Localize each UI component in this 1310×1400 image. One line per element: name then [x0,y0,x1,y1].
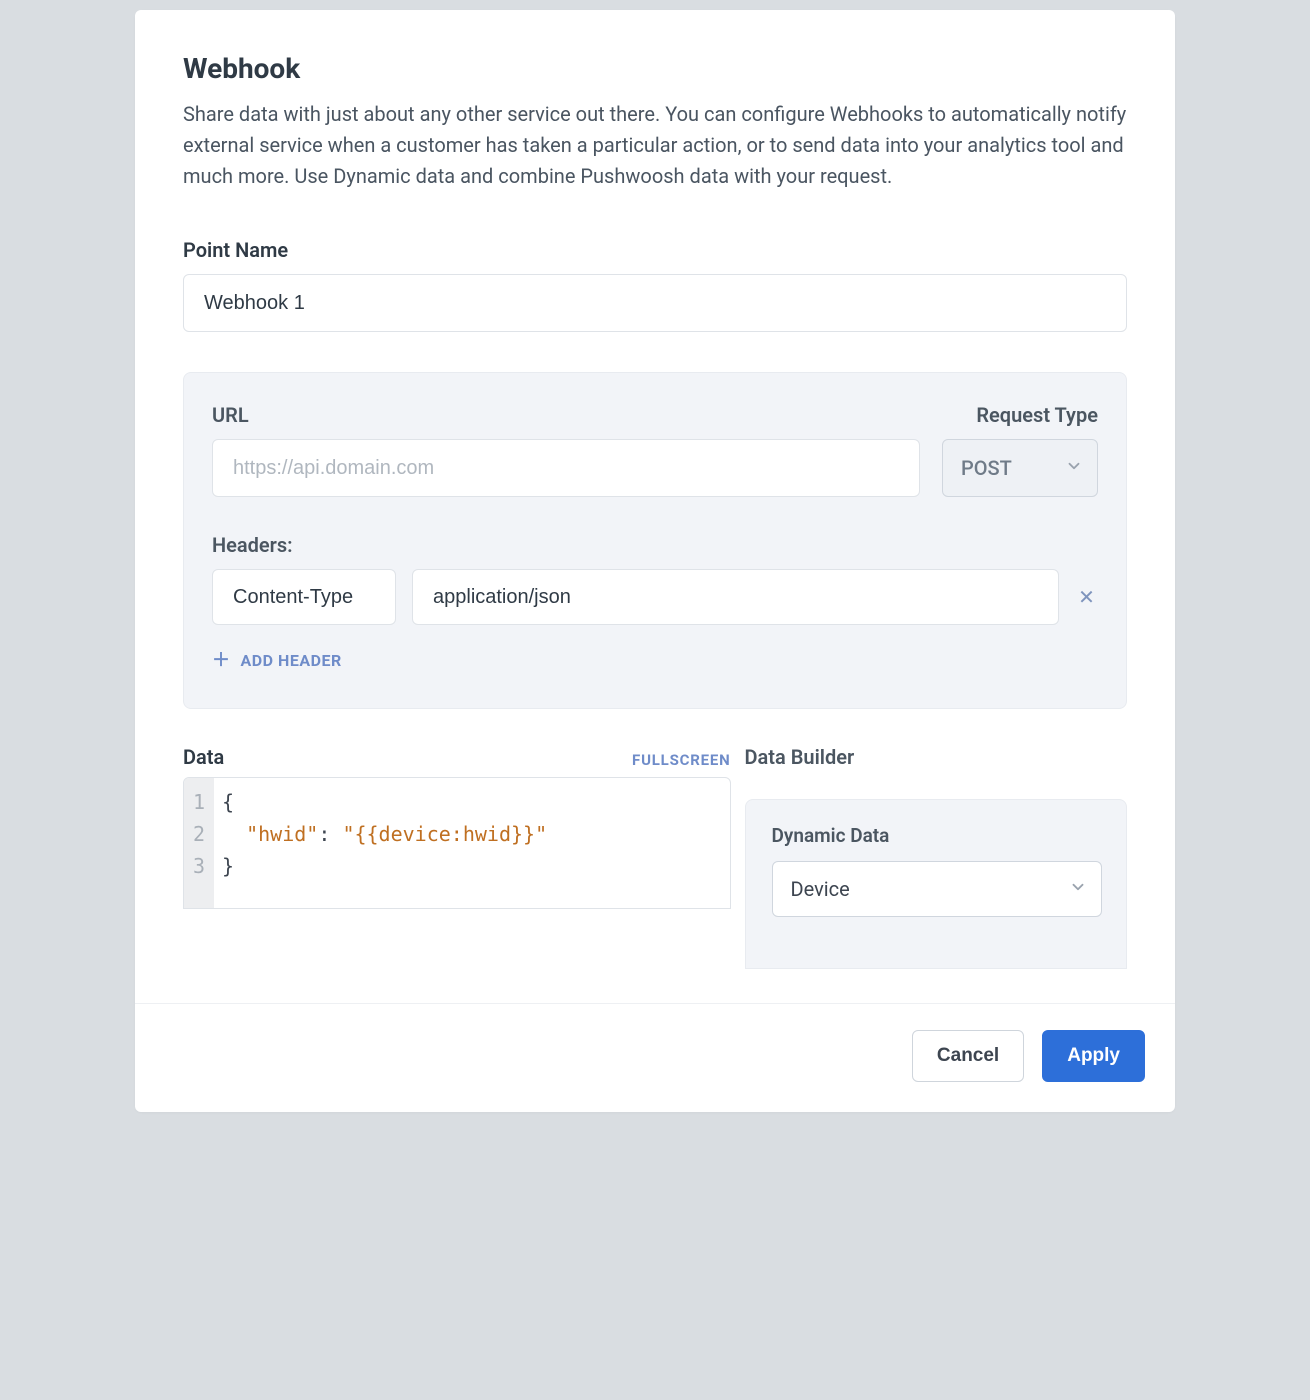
page-description: Share data with just about any other ser… [183,99,1127,192]
editor-gutter: 1 2 3 [184,778,214,908]
dynamic-data-label: Dynamic Data [772,824,1102,847]
add-header-button[interactable]: ＋ ADD HEADER [212,651,342,670]
header-row: ✕ [212,569,1098,625]
webhook-config-card: Webhook Share data with just about any o… [135,10,1175,1112]
apply-button[interactable]: Apply [1042,1030,1145,1082]
plus-icon: ＋ [212,652,231,670]
page-title: Webhook [183,52,1127,85]
editor-code: { "hwid": "{{device:hwid}}" } [214,778,730,908]
dynamic-data-value: Device [791,877,850,901]
dynamic-data-select[interactable]: Device [772,861,1102,917]
cancel-button[interactable]: Cancel [912,1030,1024,1082]
headers-label: Headers: [212,533,1098,557]
request-type-select[interactable]: POST [942,439,1098,497]
chevron-down-icon [1065,456,1083,480]
request-type-label: Request Type [942,403,1098,427]
point-name-input[interactable] [183,274,1127,332]
data-builder-heading: Data Builder [745,745,1127,769]
request-panel: URL Request Type POST Headers: [183,372,1127,709]
url-label: URL [212,403,920,427]
data-builder-panel: Dynamic Data Device [745,799,1127,969]
add-header-label: ADD HEADER [241,651,342,670]
fullscreen-button[interactable]: FULLSCREEN [632,751,730,769]
dialog-footer: Cancel Apply [135,1003,1175,1112]
request-type-value: POST [961,456,1012,480]
point-name-label: Point Name [183,238,1127,262]
remove-header-icon[interactable]: ✕ [1075,581,1098,613]
chevron-down-icon [1069,877,1087,901]
json-editor[interactable]: 1 2 3 { "hwid": "{{device:hwid}}" } [183,777,731,909]
data-label: Data [183,745,224,769]
header-key-input[interactable] [212,569,396,625]
url-input[interactable] [212,439,920,497]
header-value-input[interactable] [412,569,1059,625]
